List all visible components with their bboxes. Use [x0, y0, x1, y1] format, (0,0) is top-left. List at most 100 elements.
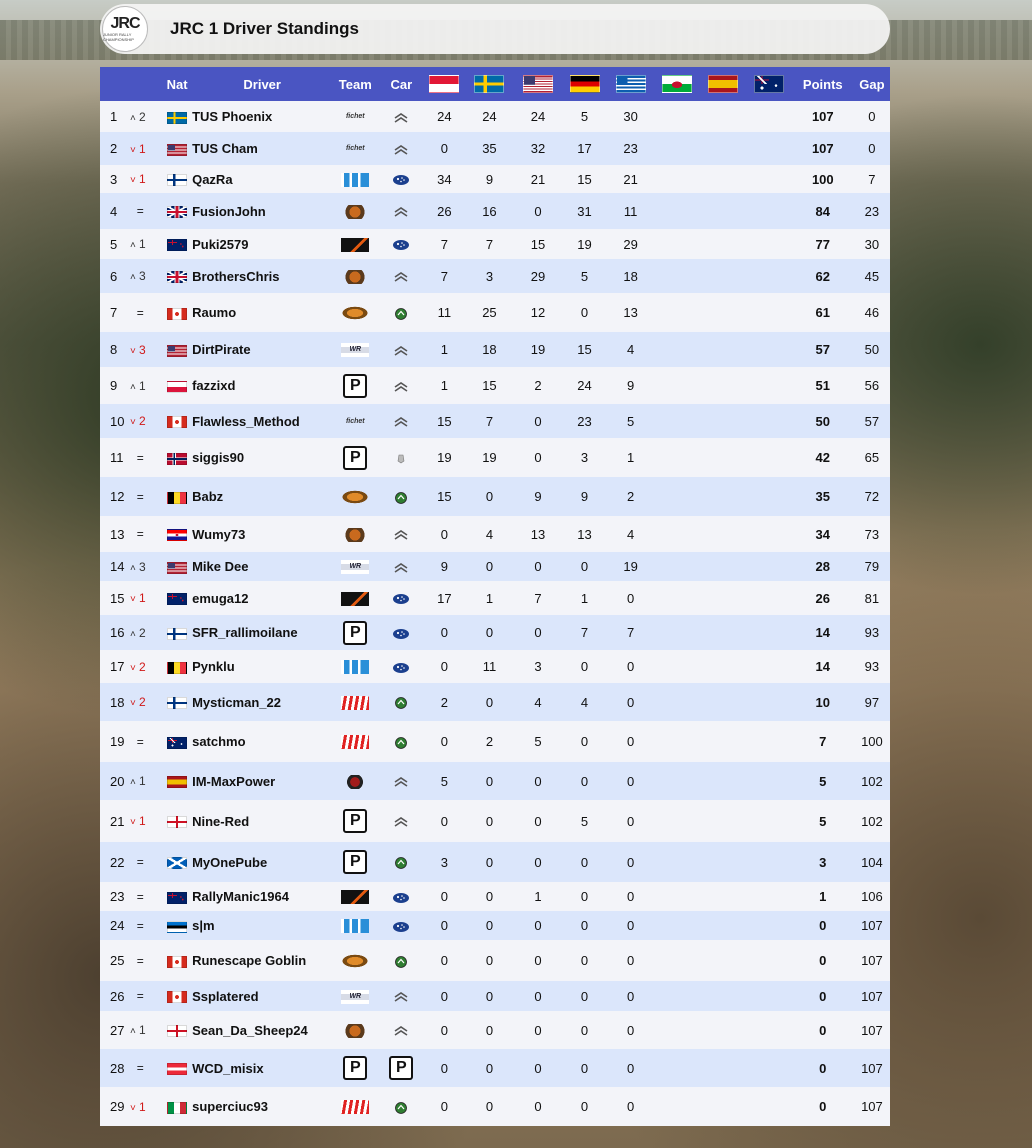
- table-row[interactable]: 2 ˅ 1 TUS Cham fichet 0 35 32 17 23 107 0: [100, 132, 890, 165]
- header-rally-7-flag: [700, 67, 746, 101]
- change-cell: ˄ 1: [130, 762, 162, 800]
- table-row[interactable]: 6 ˄ 3 BrothersChris 7 3 29 5 18 62 45: [100, 259, 890, 293]
- rally-8-points-cell: [746, 981, 792, 1011]
- sweden-flag-icon: [474, 75, 505, 93]
- rally-5-points-cell: 13: [623, 305, 638, 320]
- skoda-car-logo-icon: [392, 697, 410, 709]
- table-row[interactable]: 13 = Wumy73 0 4 13 13 4 34 73: [100, 516, 890, 552]
- table-row[interactable]: 4 = FusionJohn 26 16 0 31 11 84 23: [100, 193, 890, 229]
- table-row[interactable]: 7 = Raumo 11 25 12 0 13 61 46: [100, 293, 890, 332]
- rally-1-points-cell: 34: [437, 171, 452, 187]
- scotland-flag-icon: [167, 857, 188, 870]
- rally-2-points-cell: 4: [485, 526, 494, 542]
- team-badge-logo-icon: [341, 527, 370, 542]
- car-cell: [378, 721, 424, 762]
- table-row[interactable]: 28 = WCD_misix P P 0 0 0 0 0 0 107: [100, 1049, 890, 1087]
- change-cell: ˅ 1: [130, 1087, 162, 1126]
- position-cell: 12: [110, 489, 125, 504]
- usa-flag-icon: [167, 561, 188, 574]
- table-row[interactable]: 17 ˅ 2 Pynklu 0 11 3 0 0 14 93: [100, 650, 890, 683]
- poland-flag-icon: [167, 380, 188, 393]
- rally-3-points-cell: 0: [534, 1060, 542, 1076]
- table-row[interactable]: 22 = MyOnePube P 3 0 0 0 0 3 104: [100, 842, 890, 882]
- nationality-cell: [162, 229, 192, 259]
- car-cell: [378, 940, 424, 981]
- wales-flag-icon: [661, 75, 692, 93]
- rally-1-points-cell: 15: [437, 413, 452, 429]
- table-row[interactable]: 12 = Babz 15 0 9 9 2 35 72: [100, 477, 890, 516]
- header-rally-2-flag: [464, 67, 514, 101]
- table-row[interactable]: 3 ˅ 1 QazRa 34 9 21 15 21 100 7: [100, 165, 890, 193]
- table-row[interactable]: 21 ˅ 1 Nine-Red P 0 0 0 5 0 5 102: [100, 800, 890, 842]
- table-row[interactable]: 27 ˄ 1 Sean_Da_Sheep24 0 0 0 0 0 0 107: [100, 1011, 890, 1049]
- position-cell: 6: [110, 268, 118, 284]
- table-row[interactable]: 25 = Runescape Goblin 0 0 0 0 0 0 107: [100, 940, 890, 981]
- car-cell: [378, 842, 424, 882]
- team-cell: [332, 940, 378, 981]
- table-row[interactable]: 26 = Ssplatered WR 0 0 0 0 0 0 107: [100, 981, 890, 1011]
- change-down-icon: ˅: [130, 817, 136, 828]
- table-row[interactable]: 16 ˄ 2 SFR_rallimoilane P 0 0 0 7 7 14 93: [100, 615, 890, 650]
- car-cell: [378, 229, 424, 259]
- change-down-icon: ˅: [130, 698, 136, 709]
- points-cell: 0: [819, 1099, 827, 1114]
- team-cell: P: [332, 438, 378, 477]
- table-row[interactable]: 10 ˅ 2 Flawless_Method fichet 15 7 0 23 5 50 57: [100, 404, 890, 438]
- table-row[interactable]: 29 ˅ 1 superciuc93 0 0 0 0 0 0 107: [100, 1087, 890, 1126]
- table-row[interactable]: 5 ˄ 1 Puki2579 7 7 15 19 29 77 30: [100, 229, 890, 259]
- driver-name-cell: IM-MaxPower: [192, 773, 276, 789]
- rally-2-points-cell: 35: [482, 141, 497, 156]
- nationality-cell: [162, 842, 192, 882]
- standings-table: Nat Driver Team Car Points Gap 1 ˄ 2 TUS Ph…: [100, 67, 890, 1126]
- table-row[interactable]: 8 ˅ 3 DirtPirate WR 1 18 19 15 4 57 50: [100, 332, 890, 367]
- nationality-cell: [162, 552, 192, 581]
- canada-flag-icon: [167, 307, 188, 320]
- team-orange-logo-icon: [341, 490, 370, 505]
- table-row[interactable]: 14 ˄ 3 Mike Dee WR 9 0 0 0 19 28 79: [100, 552, 890, 581]
- rally-6-points-cell: [654, 404, 700, 438]
- rally-5-points-cell: 4: [626, 342, 635, 357]
- rally-2-points-cell: 0: [485, 559, 494, 574]
- table-row[interactable]: 23 = RallyManic1964 0 0 1 0 0 1 106: [100, 882, 890, 911]
- change-value: 1: [139, 378, 146, 393]
- rally-6-points-cell: [654, 762, 700, 800]
- rally-1-points-cell: 0: [440, 988, 448, 1004]
- team-fichet-logo-icon: fichet: [345, 417, 365, 425]
- rally-3-points-cell: 0: [534, 1022, 542, 1038]
- gap-cell: 93: [864, 625, 880, 640]
- rally-8-points-cell: [746, 1011, 792, 1049]
- rally-4-points-cell: 0: [580, 918, 589, 933]
- croatia-flag-icon: [167, 529, 188, 542]
- table-row[interactable]: 9 ˄ 1 fazzixd P 1 15 2 24 9 51 56: [100, 367, 890, 404]
- rally-5-points-cell: 21: [623, 171, 638, 187]
- rally-5-points-cell: 2: [626, 489, 635, 504]
- team-cell: [332, 1011, 378, 1049]
- change-cell: =: [130, 516, 162, 552]
- table-row[interactable]: 1 ˄ 2 TUS Phoenix fichet 24 24 24 5 30 107 0: [100, 101, 890, 132]
- table-row[interactable]: 15 ˅ 1 emuga12 17 1 7 1 0 26 81: [100, 581, 890, 615]
- rally-7-points-cell: [700, 259, 746, 293]
- rally-8-points-cell: [746, 516, 792, 552]
- rally-4-points-cell: 23: [577, 413, 592, 429]
- team-cell: [332, 516, 378, 552]
- driver-name-cell: Mike Dee: [192, 559, 249, 574]
- table-row[interactable]: 18 ˅ 2 Mysticman_22 2 0 4 4 0 10 97: [100, 683, 890, 721]
- nationality-cell: [162, 882, 192, 911]
- car-cell: [378, 259, 424, 293]
- table-row[interactable]: 20 ˄ 1 IM-MaxPower 5 0 0 0 0 5 102: [100, 762, 890, 800]
- rally-4-points-cell: 0: [580, 559, 589, 574]
- rally-3-points-cell: 32: [530, 141, 546, 156]
- rally-2-points-cell: 2: [485, 734, 494, 749]
- gap-cell: 104: [861, 854, 883, 870]
- rally-4-points-cell: 9: [580, 489, 589, 504]
- usa-flag-icon: [167, 143, 188, 156]
- table-row[interactable]: 11 = siggis90 P 19 19 0 3 1 42 65: [100, 438, 890, 477]
- rally-4-points-cell: 0: [580, 659, 589, 674]
- rally-8-points-cell: [746, 259, 792, 293]
- nationality-cell: [162, 332, 192, 367]
- table-row[interactable]: 19 = satchmo 0 2 5 0 0 7 100: [100, 721, 890, 762]
- rally-2-points-cell: 0: [485, 1099, 494, 1114]
- rally-5-points-cell: 4: [626, 526, 635, 542]
- change-value: 2: [139, 109, 146, 124]
- table-row[interactable]: 24 = s|m 0 0 0 0 0 0 107: [100, 911, 890, 940]
